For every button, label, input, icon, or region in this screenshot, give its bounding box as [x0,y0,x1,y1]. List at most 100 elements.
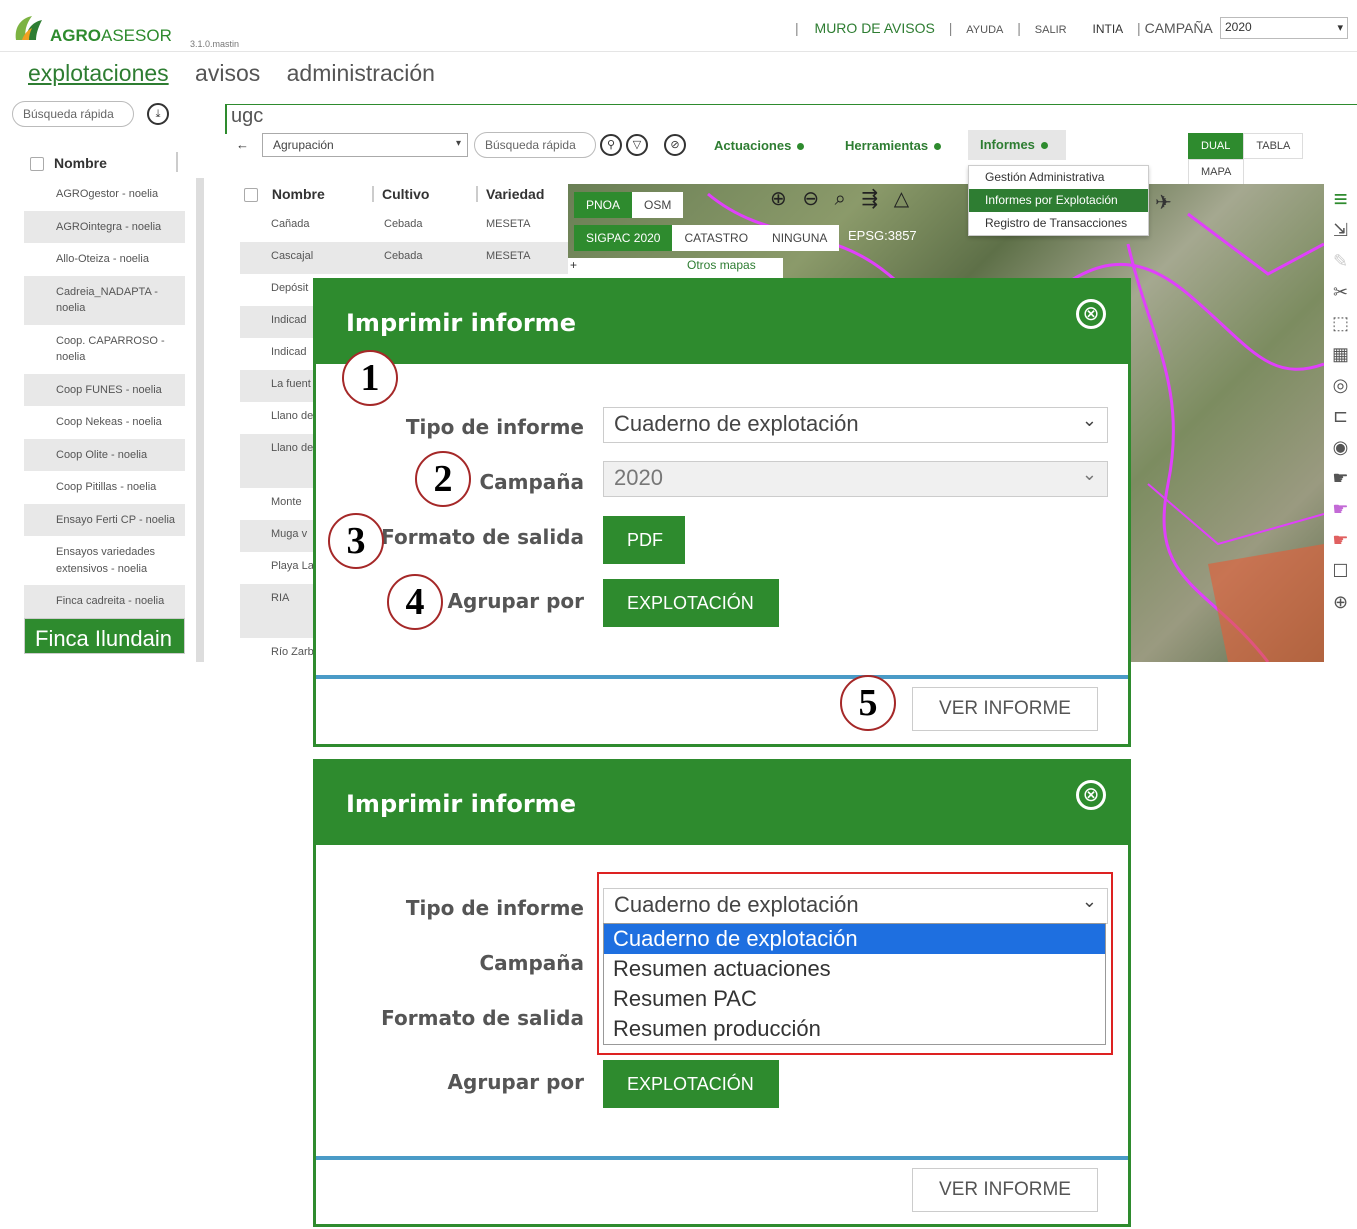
informes-dropdown-menu: Gestión Administrativa Informes por Expl… [968,165,1149,236]
clear-filter-icon[interactable]: ⊘ [664,134,686,156]
export-icon[interactable]: ⤓ [147,103,169,125]
ver-informe-button[interactable]: VER INFORME [912,1168,1098,1212]
draw-polygon-icon[interactable]: ⬚ [1324,308,1357,339]
layer-osm[interactable]: OSM [632,192,684,218]
table-row[interactable]: Cascajal Cebada MESETA [240,242,570,274]
callout-3: 3 [328,513,384,569]
export-map-icon[interactable]: ⇲ [1324,215,1357,246]
list-item[interactable]: Coop Pitillas - noelia [24,471,185,504]
select-red-icon[interactable]: ☛ [1324,525,1357,556]
tab-avisos[interactable]: avisos [195,60,260,86]
agrupar-label: Agrupar por [447,1070,584,1094]
table-row[interactable]: Cañada Cebada MESETA [240,210,570,242]
tab-administracion[interactable]: administración [287,60,435,86]
table-search-input[interactable]: Búsqueda rápida [474,132,596,158]
informes-menu[interactable]: Informes [968,130,1066,160]
select-purple-icon[interactable]: ☛ [1324,494,1357,525]
list-item[interactable]: Ensayos variedades extensivos - noelia [24,536,185,585]
drone-icon[interactable]: ✈ [1155,190,1172,215]
search-term-input[interactable]: ugc [225,104,1357,134]
campana-label: CAMPAÑA [1144,20,1213,36]
layer-catastro[interactable]: CATASTRO [672,225,761,251]
measure-icon[interactable]: ⇶ [861,188,878,210]
tab-explotaciones[interactable]: explotaciones [28,60,169,86]
filter-icon[interactable]: ▽ [626,134,648,156]
list-item[interactable]: Allo-Oteiza - noelia [24,243,185,276]
column-divider [176,152,178,172]
campana-select[interactable]: 2020 ⌄ [603,461,1108,497]
list-item[interactable]: AGROintegra - noelia [24,210,185,243]
list-item-selected[interactable]: Finca Ilundain - noelia [24,617,185,684]
select-gray-icon[interactable]: ☛ [1324,463,1357,494]
close-icon[interactable]: ⊗ [1076,780,1106,810]
select-all-checkbox[interactable] [244,188,258,203]
list-item[interactable]: AGROgestor - noelia [24,178,185,211]
campana-select[interactable]: 2020 ▾ [1220,17,1348,39]
polygon-icon[interactable]: △ [894,188,909,210]
split-icon[interactable]: ⊏ [1324,401,1357,432]
chevron-down-icon: ▾ [455,138,461,149]
pdf-button[interactable]: PDF [603,516,685,564]
list-item[interactable]: Coop Nekeas - noelia [24,406,185,439]
back-arrow-icon[interactable]: ← [236,137,249,152]
list-scrollbar[interactable] [196,178,204,662]
status-dot [797,143,805,151]
list-item[interactable]: Cadreia_NADAPTA - noelia [24,275,185,325]
annotation-highlight-box [597,872,1113,1055]
menu-item-registro[interactable]: Registro de Transacciones [969,212,1148,235]
explotacion-button[interactable]: EXPLOTACIÓN [603,579,779,627]
base-layer-tabs: PNOA OSM [574,192,684,218]
layer-ninguna[interactable]: NINGUNA [760,225,840,251]
callout-4: 4 [387,574,443,630]
tipo-select[interactable]: Cuaderno de explotación ⌄ [603,407,1108,443]
menu-item-informes-explotacion[interactable]: Informes por Explotación [969,189,1148,212]
actuaciones-menu[interactable]: Actuaciones [714,138,805,153]
formato-label: Formato de salida [381,1006,584,1030]
otros-mapas-bar[interactable]: + Otros mapas [568,258,783,278]
list-item[interactable]: Coop. CAPARROSO - noelia [24,325,185,374]
version-label: 3.1.0.mastin [190,39,240,49]
close-icon[interactable]: ⊗ [1076,299,1106,329]
globe-settings-icon[interactable]: ⊕ [1324,587,1357,618]
view-mapa-button[interactable]: MAPA [1188,159,1245,185]
layer-pnoa[interactable]: PNOA [574,192,633,218]
view-dual-button[interactable]: DUAL [1188,133,1244,159]
ver-informe-button[interactable]: VER INFORME [912,687,1098,731]
muro-avisos-link[interactable]: MURO DE AVISOS [815,20,935,36]
list-item[interactable]: Coop FUNES - noelia [24,373,185,406]
square-icon[interactable]: ☐ [1324,556,1357,587]
list-item[interactable]: Finca cadreita - noelia [24,585,185,618]
modal-title: Imprimir informe [316,281,1128,364]
select-all-checkbox[interactable] [30,157,44,172]
chevron-down-icon: ⌄ [1081,464,1097,484]
list-item[interactable]: Ensayo Ferti CP - noelia [24,503,185,536]
list-item[interactable]: Coop Olite - noelia [24,438,185,471]
zoom-out-icon[interactable]: ⊖ [802,188,819,210]
tipo-label: Tipo de informe [405,896,584,920]
left-search-input[interactable]: Búsqueda rápida [12,101,134,127]
compass-icon[interactable]: ◎ [1324,370,1357,401]
menu-item-gestion[interactable]: Gestión Administrativa [969,166,1148,189]
imprimir-informe-modal: Imprimir informe ⊗ Tipo de informe Cuade… [313,278,1131,747]
merge-icon[interactable]: ▦ [1324,339,1357,370]
explotacion-button[interactable]: EXPLOTACIÓN [603,1060,779,1108]
agroasesor-logo-icon [15,16,42,40]
zoom-extent-icon[interactable]: ⌕ [835,188,846,210]
search-icon[interactable]: ⚲ [600,134,622,156]
circle-select-icon[interactable]: ◉ [1324,432,1357,463]
view-tabla-button[interactable]: TABLA [1243,133,1304,159]
callout-2: 2 [415,451,471,507]
agrupacion-select[interactable]: Agrupación ▾ [262,133,468,157]
main-nav: explotaciones avisos administración [28,60,455,87]
layer-sigpac[interactable]: SIGPAC 2020 [574,225,673,251]
chevron-down-icon: ⌄ [1081,410,1097,430]
status-dot [1040,142,1048,150]
hamburger-menu-icon[interactable]: ≡ [1324,184,1357,215]
cut-icon[interactable]: ✂ [1324,277,1357,308]
salir-link[interactable]: SALIR [1035,24,1067,36]
ayuda-link[interactable]: AYUDA [966,24,1003,36]
edit-icon[interactable]: ✎ [1324,246,1357,277]
zoom-in-icon[interactable]: ⊕ [770,188,787,210]
table-header: Nombre Cultivo Variedad [244,186,544,203]
herramientas-menu[interactable]: Herramientas [845,138,942,153]
